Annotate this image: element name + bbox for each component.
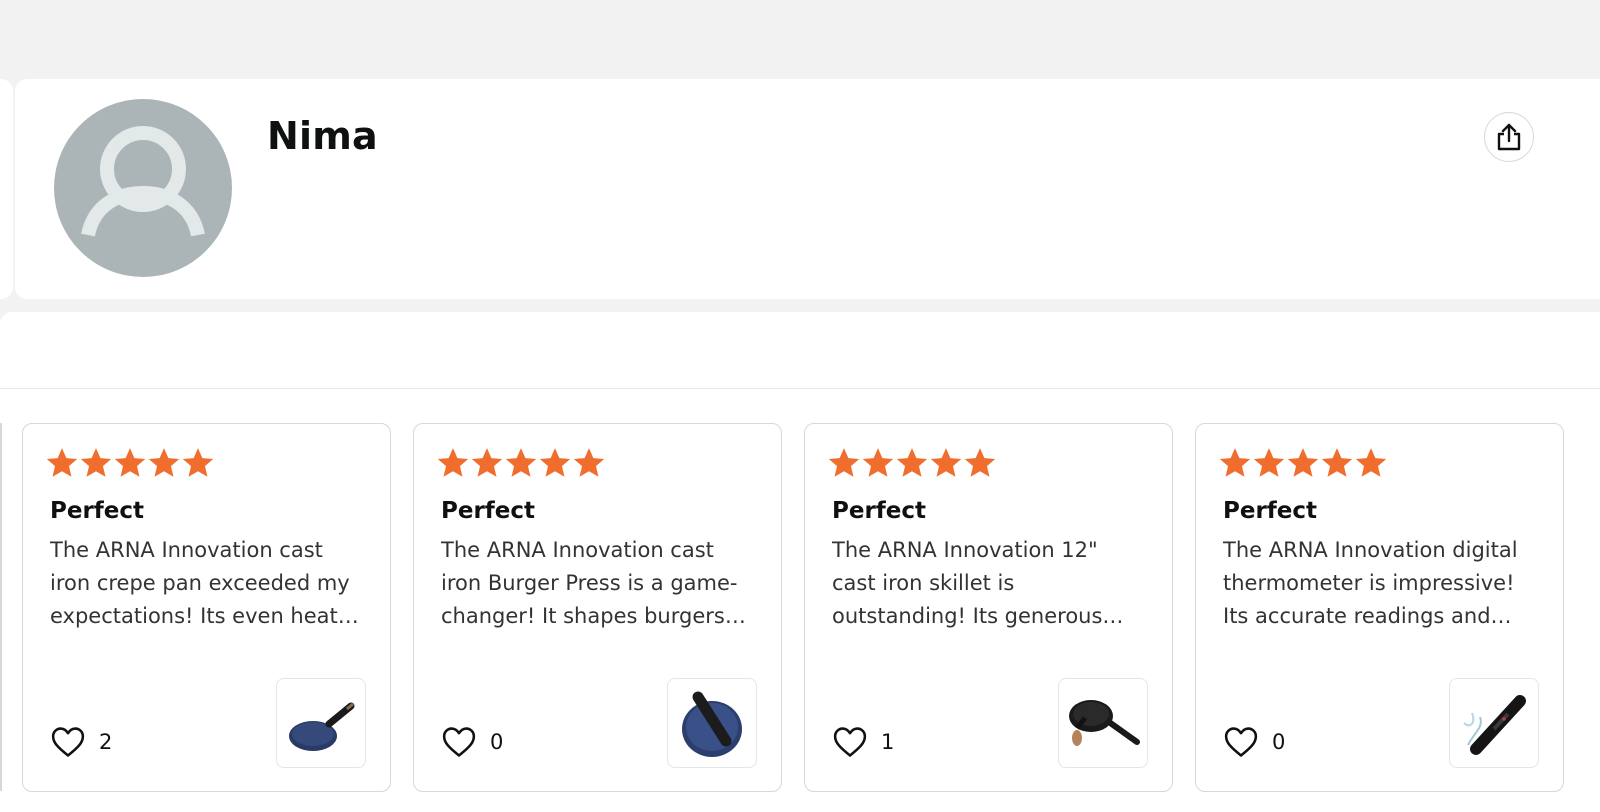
heart-icon [442,727,476,757]
star-icon [505,448,537,477]
product-thumbnail[interactable] [1449,678,1539,768]
star-icon [573,448,605,477]
review-title: Perfect [1223,498,1318,524]
star-icon [1219,448,1251,477]
heart-icon [833,727,867,757]
burger-press-icon [682,691,742,757]
star-icon [471,448,503,477]
helpful-button[interactable]: 1 [833,726,894,758]
review-card[interactable]: Perfect The ARNA Innovation digital ther… [1195,423,1564,792]
helpful-button[interactable]: 2 [51,726,112,758]
star-icon [46,448,78,477]
review-text: The ARNA Innovation 12" cast iron skille… [832,538,1124,628]
review-title: Perfect [441,498,536,524]
review-title: Perfect [832,498,927,524]
product-thumbnail[interactable] [667,678,757,768]
star-rating [827,446,997,480]
profile-name: Nima [267,114,378,158]
star-icon [114,448,146,477]
star-icon [437,448,469,477]
star-icon [1355,448,1387,477]
crepe-pan-icon [289,702,355,751]
avatar [54,99,232,277]
review-card[interactable]: Perfect The ARNA Innovation cast iron Bu… [413,423,782,792]
share-icon [1497,123,1521,151]
star-icon [1253,448,1285,477]
star-icon [896,448,928,477]
person-silhouette-icon [81,126,205,237]
review-text: The ARNA Innovation digital thermometer … [1223,538,1518,628]
star-icon [828,448,860,477]
helpful-button[interactable]: 0 [442,726,503,758]
review-card[interactable]: Perfect The ARNA Innovation cast iron cr… [22,423,391,792]
skillet-icon [1069,700,1140,746]
panel-divider [0,388,1600,389]
star-icon [1321,448,1353,477]
star-icon [1287,448,1319,477]
star-rating [45,446,215,480]
star-icon [539,448,571,477]
review-title: Perfect [50,498,145,524]
product-thumbnail[interactable] [1058,678,1148,768]
star-rating [1218,446,1388,480]
like-count: 1 [881,730,895,754]
previous-review-card-edge [0,423,2,791]
star-icon [964,448,996,477]
star-icon [80,448,112,477]
like-count: 0 [490,730,504,754]
star-icon [930,448,962,477]
review-text: The ARNA Innovation cast iron Burger Pre… [441,538,746,628]
star-icon [862,448,894,477]
like-count: 0 [1272,730,1286,754]
star-rating [436,446,606,480]
previous-card-edge [0,79,13,299]
helpful-button[interactable]: 0 [1224,726,1285,758]
star-icon [182,448,214,477]
profile-card [15,79,1600,299]
thermometer-icon [1463,695,1526,755]
star-icon [148,448,180,477]
product-thumbnail[interactable] [276,678,366,768]
review-card[interactable]: Perfect The ARNA Innovation 12" cast iro… [804,423,1173,792]
heart-icon [1224,727,1258,757]
review-text: The ARNA Innovation cast iron crepe pan … [50,538,359,628]
share-button[interactable] [1484,112,1534,162]
heart-icon [51,727,85,757]
like-count: 2 [99,730,113,754]
